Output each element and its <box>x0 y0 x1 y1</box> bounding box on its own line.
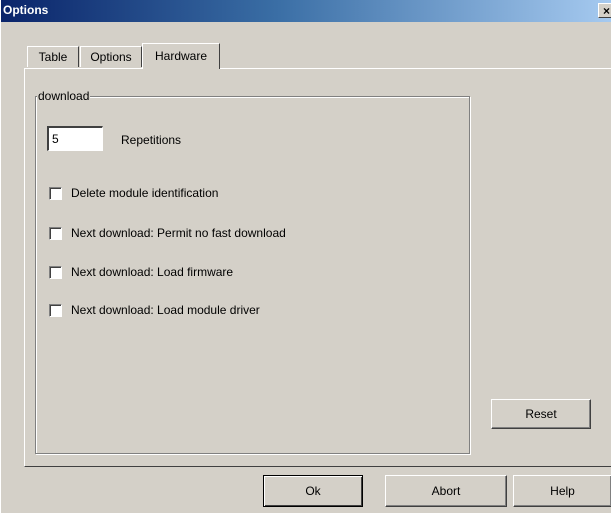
permit-no-fast-download-label: Next download: Permit no fast download <box>71 226 286 240</box>
ok-button[interactable]: Ok <box>263 475 363 507</box>
load-firmware-label: Next download: Load firmware <box>71 265 234 279</box>
repetitions-label: Repetitions <box>121 133 182 147</box>
options-dialog: Options × Table Options Hardware downloa… <box>0 0 611 513</box>
close-icon[interactable]: × <box>598 3 611 18</box>
repetitions-input[interactable] <box>47 126 103 151</box>
tab-options[interactable]: Options <box>80 46 142 67</box>
title-bar[interactable]: Options × <box>1 0 611 22</box>
permit-no-fast-download-checkbox[interactable] <box>49 227 62 240</box>
window-title: Options <box>3 3 49 17</box>
delete-module-identification-label: Delete module identification <box>71 186 219 200</box>
reset-button[interactable]: Reset <box>491 399 591 429</box>
download-group-label: download <box>37 89 91 103</box>
tab-table[interactable]: Table <box>27 46 79 67</box>
help-button[interactable]: Help <box>513 475 611 507</box>
load-firmware-checkbox[interactable] <box>49 266 62 279</box>
delete-module-identification-checkbox[interactable] <box>49 187 62 200</box>
load-module-driver-checkbox[interactable] <box>49 304 62 317</box>
tab-hardware[interactable]: Hardware <box>142 43 220 69</box>
abort-button[interactable]: Abort <box>385 475 507 507</box>
load-module-driver-label: Next download: Load module driver <box>71 303 260 317</box>
